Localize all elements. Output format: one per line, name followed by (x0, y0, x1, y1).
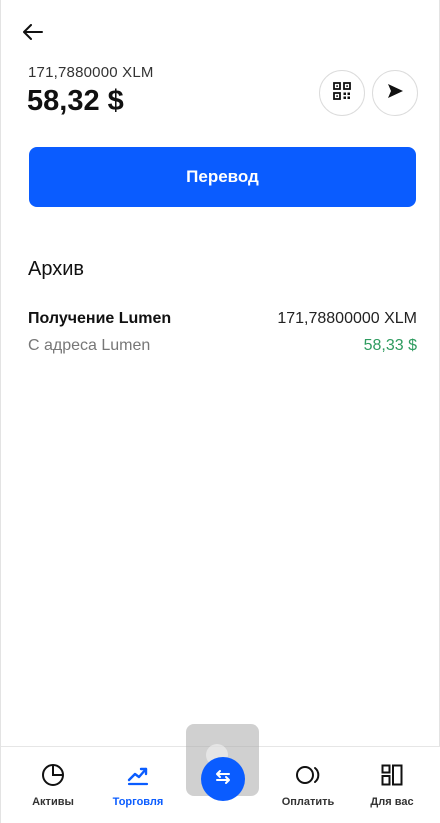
pay-icon (295, 762, 321, 788)
nav-item-for-you[interactable]: Для вас (352, 747, 432, 823)
pie-chart-icon (41, 762, 65, 788)
transaction-fiat-amount: 58,33 $ (363, 337, 417, 354)
nav-label-trade: Торговля (112, 796, 164, 808)
transaction-title: Получение Lumen (28, 310, 172, 327)
qr-code-button[interactable] (319, 70, 365, 116)
transaction-subtitle: С адреса Lumen (28, 337, 151, 354)
arrow-left-icon (23, 23, 43, 45)
transaction-row[interactable]: Получение Lumen С адреса Lumen 171,78800… (28, 310, 417, 360)
nav-item-pay[interactable]: Оплатить (268, 747, 348, 823)
swap-button[interactable] (201, 757, 245, 801)
grid-icon (381, 762, 403, 788)
nav-label-pay: Оплатить (281, 796, 335, 808)
crypto-balance: 171,7880000 XLM (28, 64, 154, 81)
qr-code-icon (333, 81, 351, 105)
nav-label-for-you: Для вас (370, 796, 414, 808)
transaction-crypto-amount: 171,78800000 XLM (277, 310, 417, 327)
send-icon (386, 82, 404, 105)
nav-label-assets: Активы (32, 796, 74, 808)
send-button[interactable] (372, 70, 418, 116)
back-button[interactable] (19, 20, 47, 48)
transfer-button[interactable]: Перевод (29, 147, 416, 207)
archive-title: Архив (28, 258, 85, 280)
screen: 171,7880000 XLM 58,32 $ Перевод Архив По… (0, 0, 440, 823)
trend-up-icon (126, 762, 150, 788)
nav-item-trade[interactable]: Торговля (98, 747, 178, 823)
nav-item-assets[interactable]: Активы (13, 747, 93, 823)
fiat-balance: 58,32 $ (27, 85, 124, 117)
swap-icon (213, 767, 233, 792)
